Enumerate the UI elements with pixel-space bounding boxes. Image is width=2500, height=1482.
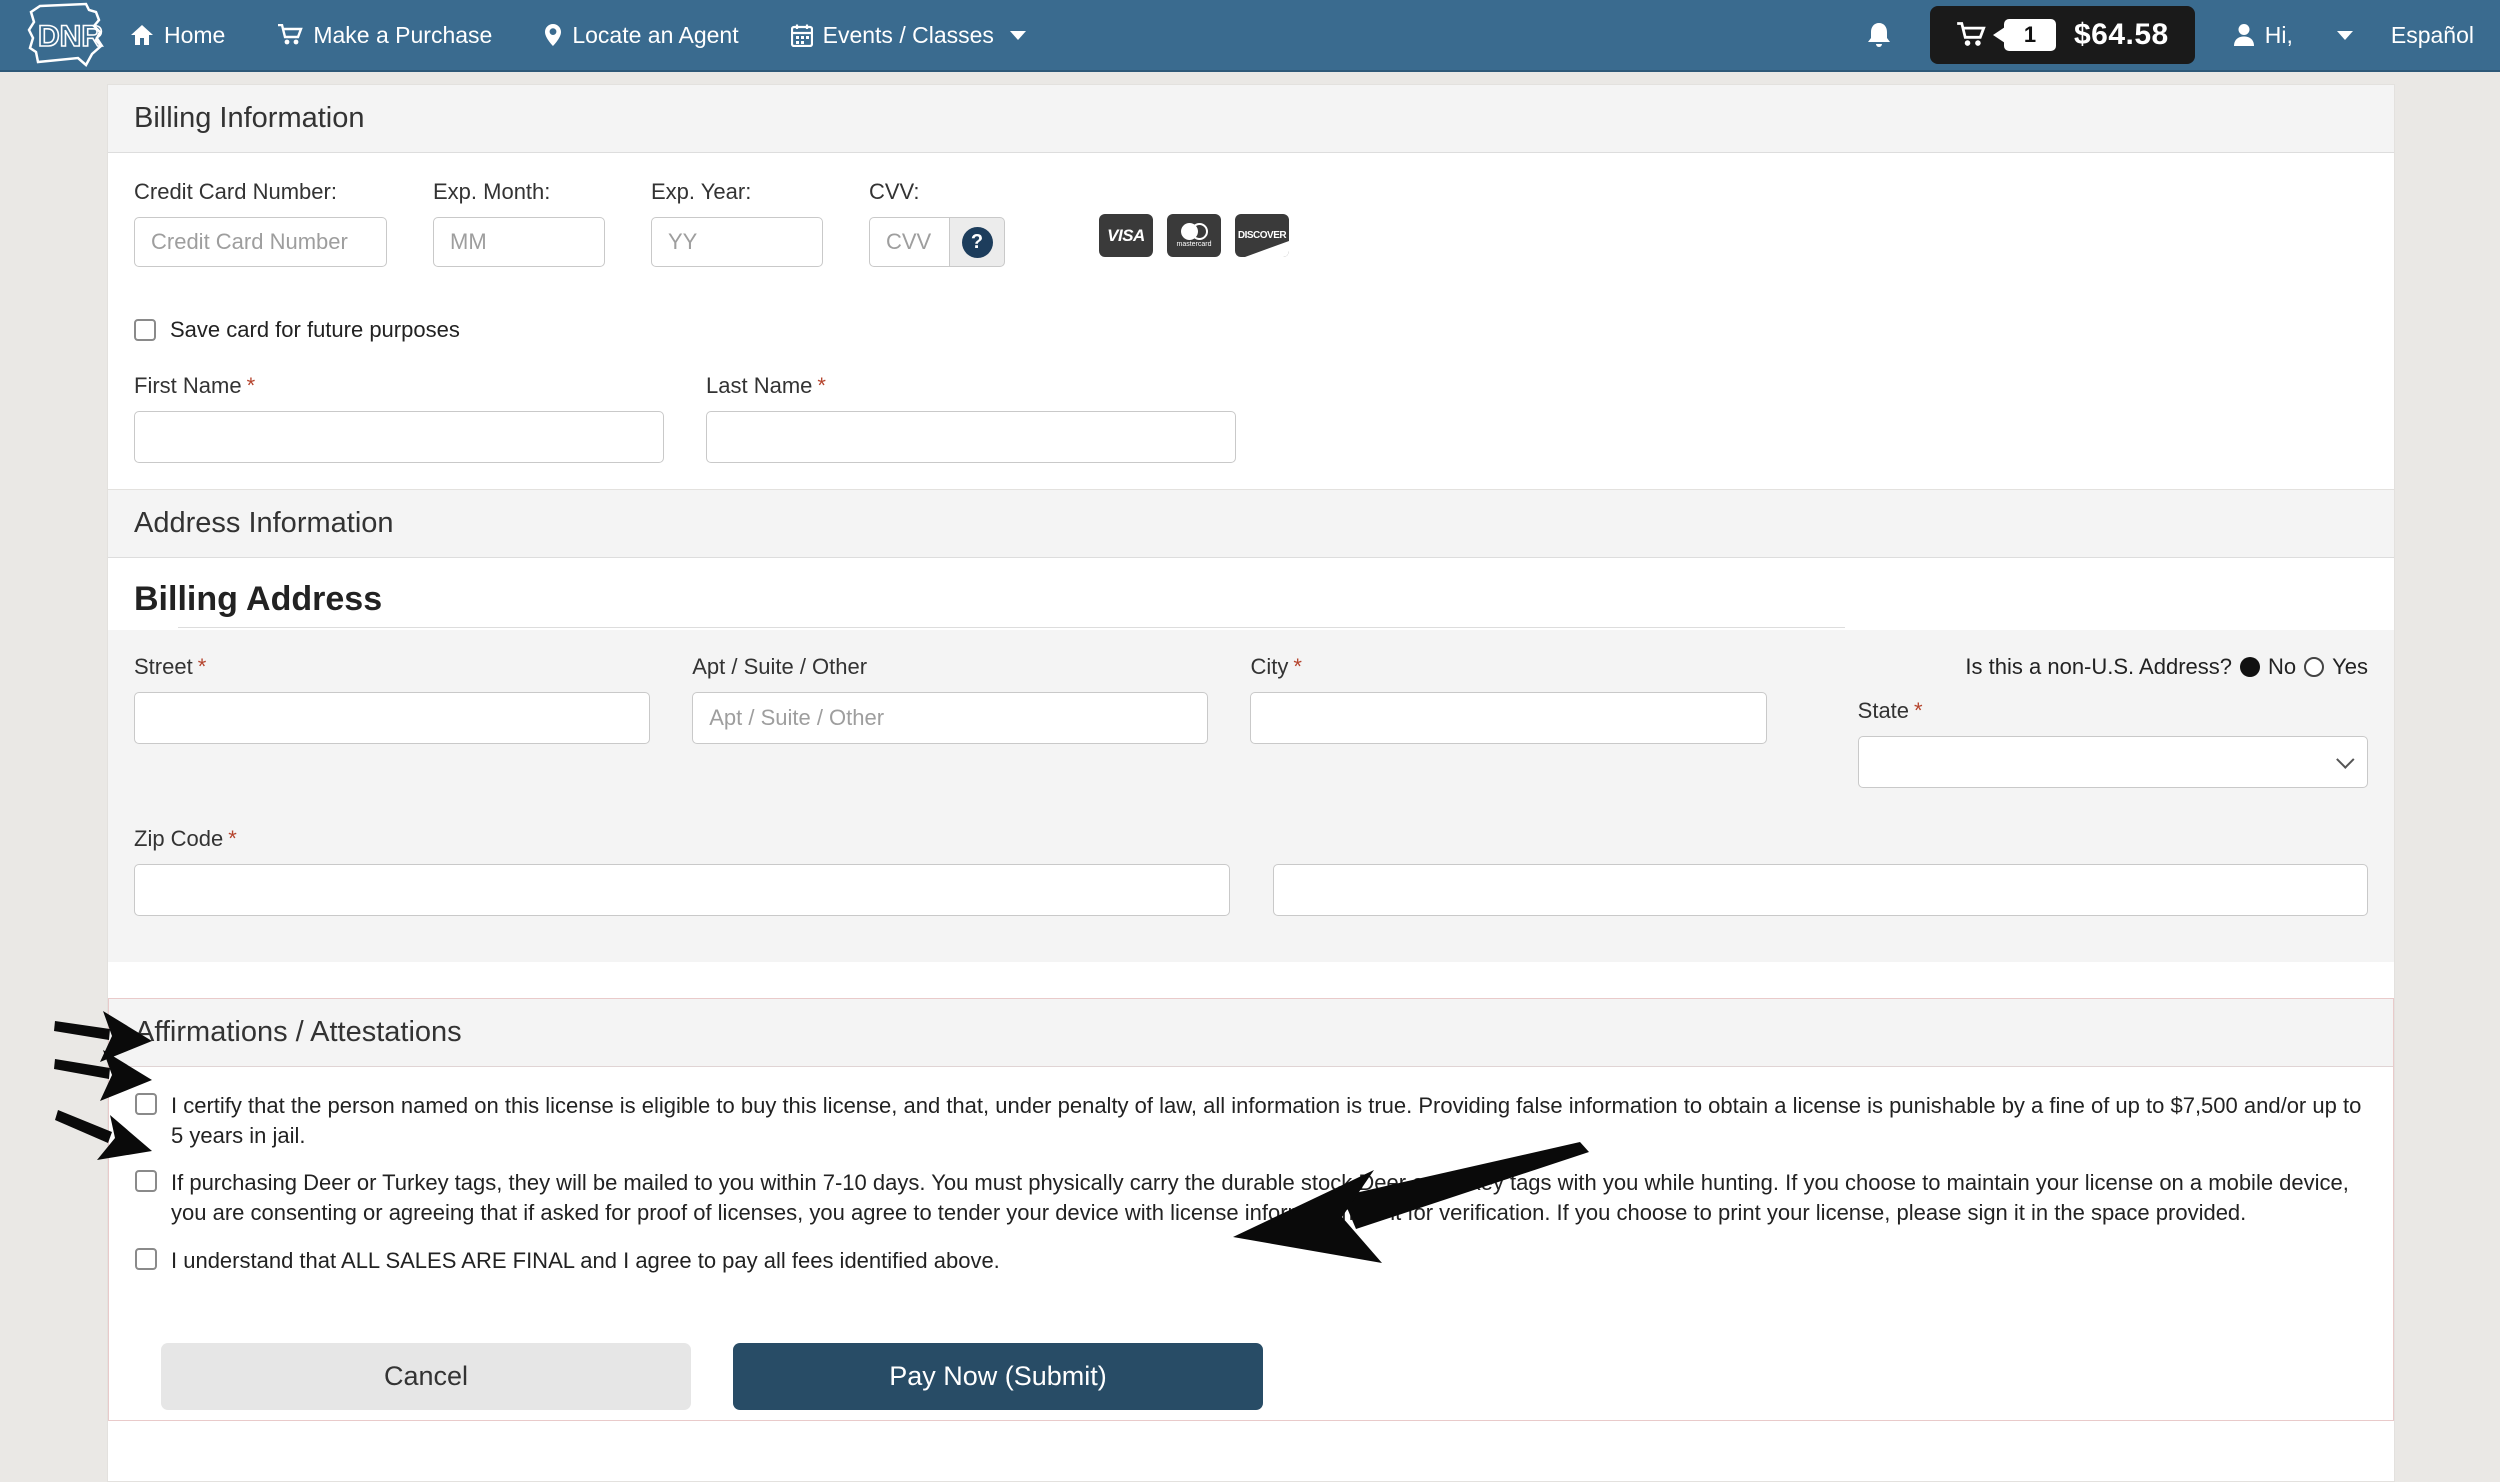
affirmation-checkbox-1[interactable] [135, 1093, 157, 1115]
affirmation-row: I certify that the person named on this … [135, 1091, 2367, 1150]
visa-icon: VISA [1099, 214, 1153, 257]
apt-label: Apt / Suite / Other [692, 654, 868, 679]
exp-month-input[interactable] [433, 217, 605, 267]
nav-item-make-a-purchase[interactable]: Make a Purchase [277, 22, 492, 49]
calendar-icon [790, 24, 813, 47]
checkout-form: Billing Information Credit Card Number: … [107, 84, 2395, 1482]
billing-information-header: Billing Information [108, 84, 2394, 153]
cart-total: $64.58 [2073, 18, 2169, 51]
required-marker: * [197, 654, 207, 679]
cvv-help-button[interactable]: ? [950, 217, 1005, 267]
street-input[interactable] [134, 692, 651, 744]
cart-count-badge: 1 [1992, 19, 2056, 51]
cart-summary-button[interactable]: 1 $64.58 [1929, 6, 2195, 64]
top-navbar: DNR Home Make a Purchase Locate an Agent… [0, 0, 2500, 72]
non-us-yes-label: Yes [2332, 654, 2369, 679]
chevron-down-icon [1009, 30, 1026, 40]
required-marker: * [246, 373, 256, 398]
cvv-label: CVV: [869, 179, 920, 204]
address-information-header: Address Information [108, 489, 2394, 558]
zip-input[interactable] [134, 864, 1230, 916]
exp-month-label: Exp. Month: [433, 179, 551, 204]
first-name-label: First Name * [134, 373, 256, 398]
exp-year-label: Exp. Year: [651, 179, 752, 204]
svg-text:DNR: DNR [38, 20, 103, 53]
save-card-checkbox[interactable] [134, 319, 156, 341]
billing-information-body: Credit Card Number: Exp. Month: Exp. Yea… [108, 153, 2394, 489]
nav-item-locate-an-agent[interactable]: Locate an Agent [544, 22, 739, 49]
required-marker: * [228, 826, 237, 851]
cart-icon [278, 24, 304, 45]
state-label: State * [1857, 698, 1923, 723]
first-name-input[interactable] [134, 411, 664, 463]
cart-icon [1957, 22, 1986, 46]
question-mark-icon: ? [961, 226, 993, 258]
affirmation-text-1: I certify that the person named on this … [171, 1093, 2362, 1148]
user-menu-chevron-icon[interactable] [2336, 30, 2353, 40]
billing-address-form: Street* Apt / Suite / Other City* Is thi… [108, 630, 2394, 962]
zip-label: Zip Code * [134, 826, 237, 851]
required-marker: * [1293, 654, 1302, 679]
accepted-cards: VISA mastercard DISCOVER [1099, 214, 1289, 257]
billing-address-heading: Billing Address [134, 580, 383, 618]
required-marker: * [1914, 698, 1923, 723]
cc-number-input[interactable] [134, 217, 387, 267]
cc-number-label: Credit Card Number: [134, 179, 337, 204]
nav-item-home[interactable]: Home [130, 22, 225, 49]
affirmation-checkbox-3[interactable] [135, 1247, 157, 1270]
affirmations-section: Affirmations / Attestations I certify th… [108, 998, 2394, 1422]
map-pin-icon [545, 24, 562, 46]
billing-address-divider [178, 627, 1845, 628]
nav-right: 1 $64.58 Hi, Español [1866, 6, 2474, 64]
language-toggle[interactable]: Español [2391, 22, 2474, 49]
non-us-question: Is this a non-U.S. Address? [1965, 654, 2232, 679]
user-icon [2233, 24, 2254, 46]
nav-links: Home Make a Purchase Locate an Agent Eve… [130, 22, 1026, 49]
home-icon [131, 25, 153, 45]
exp-year-input[interactable] [651, 217, 823, 267]
apt-input[interactable] [692, 692, 1209, 744]
affirmation-text-3: I understand that ALL SALES ARE FINAL an… [171, 1247, 1000, 1273]
user-menu[interactable]: Hi, [2233, 22, 2293, 49]
city-label: City * [1250, 654, 1302, 679]
pay-now-submit-button[interactable]: Pay Now (Submit) [733, 1343, 1263, 1411]
cancel-button[interactable]: Cancel [161, 1343, 691, 1411]
non-us-radio-yes[interactable] [2304, 657, 2325, 677]
state-select[interactable] [1857, 736, 2369, 788]
affirmation-text-2: If purchasing Deer or Turkey tags, they … [171, 1170, 2349, 1226]
bell-icon[interactable] [1866, 21, 1892, 49]
discover-icon: DISCOVER [1235, 214, 1289, 257]
non-us-no-label: No [2268, 654, 2297, 679]
cvv-input[interactable] [869, 217, 950, 267]
save-card-label: Save card for future purposes [170, 317, 460, 342]
required-marker: * [817, 373, 826, 398]
affirmation-checkbox-2[interactable] [135, 1170, 157, 1193]
affirmations-header: Affirmations / Attestations [109, 999, 2393, 1067]
nav-item-events-classes[interactable]: Events / Classes [790, 22, 1026, 49]
dnr-logo[interactable]: DNR [26, 2, 104, 68]
city-input[interactable] [1250, 692, 1767, 744]
affirmation-row: I understand that ALL SALES ARE FINAL an… [135, 1246, 2367, 1276]
chevron-down-icon [2336, 749, 2355, 769]
last-name-input[interactable] [706, 411, 1236, 463]
zip-plus4-input[interactable] [1272, 864, 2368, 916]
mastercard-icon: mastercard [1167, 214, 1221, 257]
affirmation-row: If purchasing Deer or Turkey tags, they … [135, 1168, 2367, 1227]
street-label: Street * [134, 654, 207, 679]
non-us-radio-no[interactable] [2240, 657, 2260, 677]
last-name-label: Last Name * [706, 373, 826, 398]
